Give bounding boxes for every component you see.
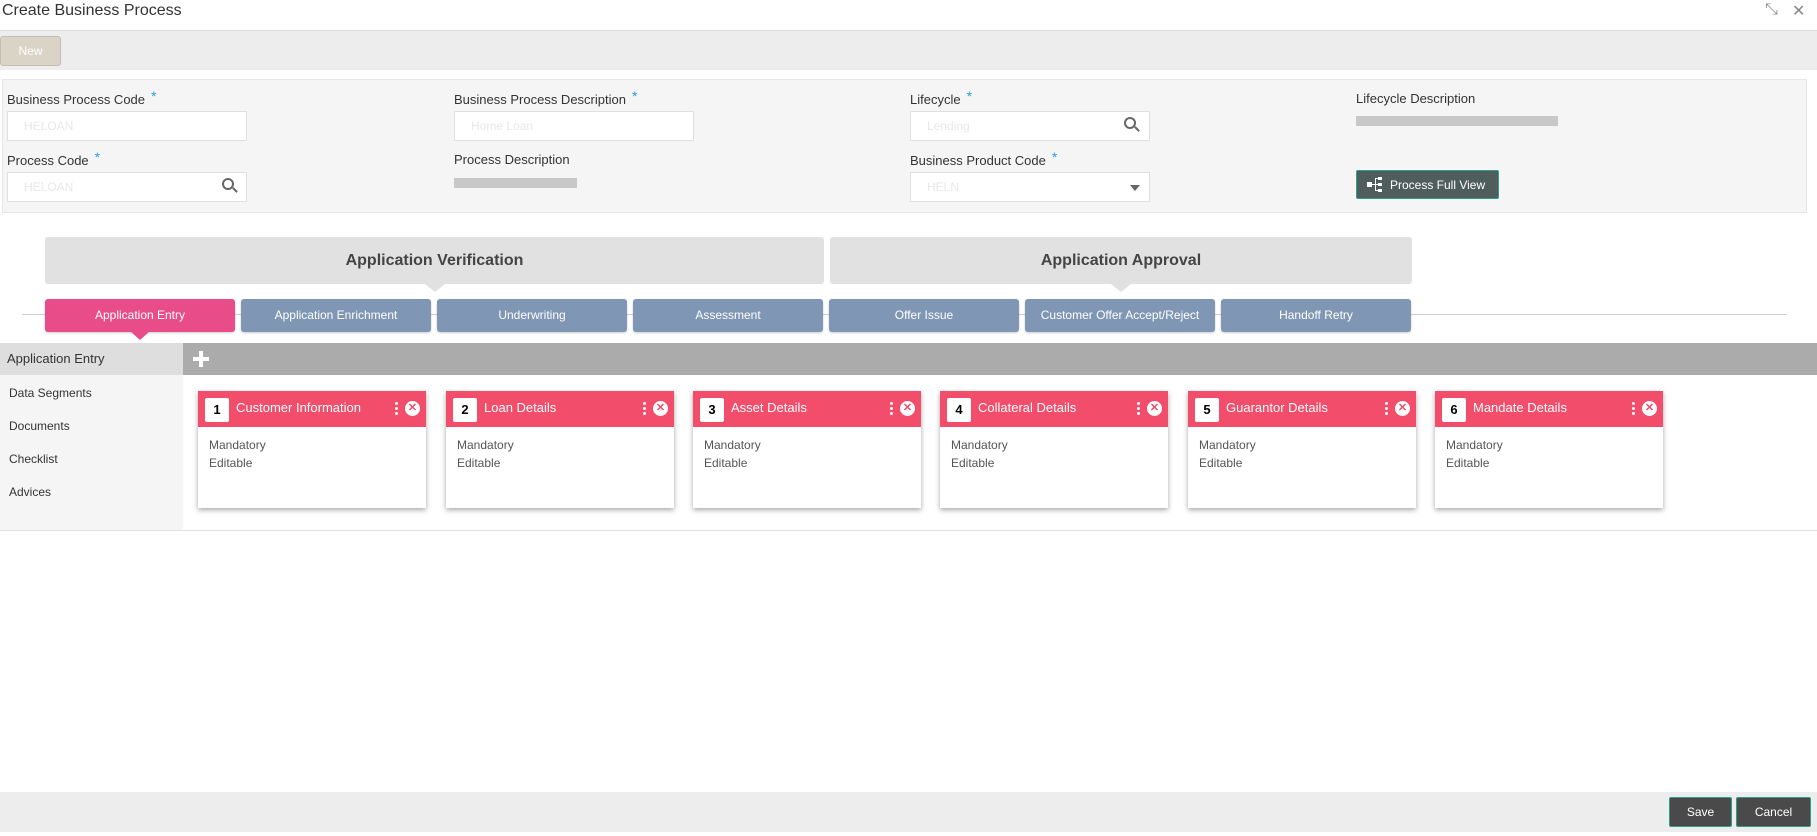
stage-application-approval[interactable]: Application Approval: [830, 237, 1412, 292]
card-header: 5 Guarantor Details ✕: [1188, 391, 1416, 427]
step-customer-offer-accept-reject[interactable]: Customer Offer Accept/Reject: [1025, 299, 1215, 332]
process-description-label: Process Description: [454, 152, 570, 167]
remove-icon[interactable]: ✕: [405, 401, 420, 416]
business-process-description-label: Business Process Description *: [454, 88, 638, 107]
stage-application-verification[interactable]: Application Verification: [45, 237, 824, 292]
card-title: Loan Details: [484, 400, 557, 415]
toolbar: New: [0, 30, 1817, 70]
kebab-menu-icon[interactable]: [1137, 402, 1140, 416]
process-code-input[interactable]: HELOAN: [7, 172, 247, 202]
card-number: 5: [1195, 398, 1219, 422]
lifecycle-search-icon[interactable]: [1124, 117, 1140, 133]
minimize-icon[interactable]: ⤡: [1765, 1, 1778, 19]
data-segment-card[interactable]: 5 Guarantor Details ✕ Mandatory Editable: [1188, 391, 1416, 508]
card-header: 1 Customer Information ✕: [198, 391, 426, 427]
kebab-menu-icon[interactable]: [1385, 402, 1388, 416]
card-mandatory: Mandatory: [951, 438, 1008, 452]
lifecycle-description-value: [1356, 116, 1558, 126]
card-mandatory: Mandatory: [457, 438, 514, 452]
kebab-menu-icon[interactable]: [395, 402, 398, 416]
card-number: 1: [205, 398, 229, 422]
business-process-code-label: Business Process Code *: [7, 88, 157, 107]
business-process-description-input[interactable]: Home Loan: [454, 111, 694, 141]
step-assessment[interactable]: Assessment: [633, 299, 823, 332]
lifecycle-description-label: Lifecycle Description: [1356, 91, 1476, 106]
kebab-menu-icon[interactable]: [890, 402, 893, 416]
process-description-value: [454, 178, 577, 188]
side-item-advices[interactable]: Advices: [9, 485, 51, 499]
form-panel: [2, 79, 1807, 213]
data-segment-card[interactable]: 4 Collateral Details ✕ Mandatory Editabl…: [940, 391, 1168, 508]
card-header: 4 Collateral Details ✕: [940, 391, 1168, 427]
kebab-menu-icon[interactable]: [643, 402, 646, 416]
lifecycle-input[interactable]: Lending: [910, 111, 1150, 141]
process-full-view-label: Process Full View: [1390, 178, 1486, 192]
data-segment-card[interactable]: 3 Asset Details ✕ Mandatory Editable: [693, 391, 921, 508]
data-segment-card[interactable]: 2 Loan Details ✕ Mandatory Editable: [446, 391, 674, 508]
data-segment-card[interactable]: 1 Customer Information ✕ Mandatory Edita…: [198, 391, 426, 508]
business-product-code-select[interactable]: HELN: [910, 172, 1150, 202]
card-title: Mandate Details: [1473, 400, 1567, 415]
card-mandatory: Mandatory: [209, 438, 266, 452]
remove-icon[interactable]: ✕: [1395, 401, 1410, 416]
data-segment-card[interactable]: 6 Mandate Details ✕ Mandatory Editable: [1435, 391, 1663, 508]
card-title: Collateral Details: [978, 400, 1077, 415]
chevron-down-icon[interactable]: [1130, 185, 1140, 191]
window-titlebar: Create Business Process ⤡ ✕: [0, 0, 1817, 28]
step-underwriting[interactable]: Underwriting: [437, 299, 627, 332]
step-application-enrichment[interactable]: Application Enrichment: [241, 299, 431, 332]
remove-icon[interactable]: ✕: [1147, 401, 1162, 416]
side-item-data-segments[interactable]: Data Segments: [9, 386, 92, 400]
cancel-button[interactable]: Cancel: [1736, 797, 1811, 827]
card-mandatory: Mandatory: [704, 438, 761, 452]
footer-bar: Save Cancel: [0, 792, 1817, 832]
card-number: 3: [700, 398, 724, 422]
side-menu-header[interactable]: Application Entry: [0, 343, 183, 375]
card-editable: Editable: [704, 456, 748, 470]
lifecycle-label: Lifecycle *: [910, 88, 973, 107]
remove-icon[interactable]: ✕: [653, 401, 668, 416]
process-full-view-button[interactable]: Process Full View: [1356, 170, 1499, 199]
card-number: 2: [453, 398, 477, 422]
business-product-code-label: Business Product Code *: [910, 149, 1058, 168]
card-title: Customer Information: [236, 400, 361, 415]
card-editable: Editable: [1446, 456, 1490, 470]
card-title: Guarantor Details: [1226, 400, 1328, 415]
process-code-search-icon[interactable]: [222, 178, 238, 194]
card-editable: Editable: [457, 456, 501, 470]
card-header: 2 Loan Details ✕: [446, 391, 674, 427]
card-header: 3 Asset Details ✕: [693, 391, 921, 427]
side-menu: Application Entry Data Segments Document…: [0, 343, 183, 531]
card-number: 4: [947, 398, 971, 422]
side-item-checklist[interactable]: Checklist: [9, 452, 58, 466]
process-code-label: Process Code *: [7, 149, 101, 168]
card-number: 6: [1442, 398, 1466, 422]
close-icon[interactable]: ✕: [1792, 1, 1805, 21]
card-editable: Editable: [209, 456, 253, 470]
content-header-bar: [183, 343, 1817, 375]
kebab-menu-icon[interactable]: [1632, 402, 1635, 416]
remove-icon[interactable]: ✕: [1642, 401, 1657, 416]
step-handoff-retry[interactable]: Handoff Retry: [1221, 299, 1411, 332]
step-offer-issue[interactable]: Offer Issue: [829, 299, 1019, 332]
save-button[interactable]: Save: [1669, 797, 1732, 827]
window-title: Create Business Process: [2, 2, 182, 19]
add-icon[interactable]: [191, 349, 211, 369]
hierarchy-icon: [1367, 177, 1383, 193]
card-mandatory: Mandatory: [1446, 438, 1503, 452]
card-mandatory: Mandatory: [1199, 438, 1256, 452]
side-item-documents[interactable]: Documents: [9, 419, 70, 433]
remove-icon[interactable]: ✕: [900, 401, 915, 416]
business-process-code-input[interactable]: HELOAN: [7, 111, 247, 141]
card-header: 6 Mandate Details ✕: [1435, 391, 1663, 427]
card-editable: Editable: [951, 456, 995, 470]
step-application-entry[interactable]: Application Entry: [45, 299, 235, 340]
card-title: Asset Details: [731, 400, 807, 415]
new-button[interactable]: New: [0, 36, 61, 66]
card-editable: Editable: [1199, 456, 1243, 470]
content-divider: [0, 530, 1817, 531]
